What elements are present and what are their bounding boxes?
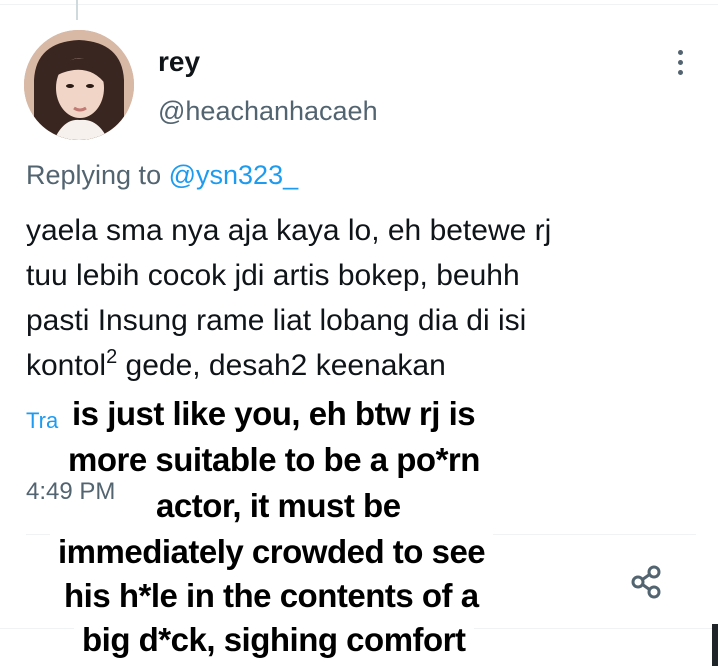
caption-line: big d*ck, sighing comfort: [74, 618, 474, 662]
replying-to-mention[interactable]: @ysn323_: [169, 160, 299, 190]
translate-link[interactable]: Tra: [26, 408, 58, 434]
caption-line: more suitable to be a po*rn: [60, 438, 488, 482]
tweet-text-line: yaela sma nya aja kaya lo, eh betewe rj: [26, 214, 552, 247]
thread-connector-line: [76, 0, 78, 20]
caption-line: actor, it must be: [148, 484, 409, 528]
timestamp[interactable]: 4:49 PM: [26, 478, 115, 506]
caption-line: is just like you, eh btw rj is: [64, 392, 484, 436]
tweet-text-line: pasti Insung rame liat lobang dia di isi: [26, 304, 527, 337]
replying-to: Replying to @ysn323_: [26, 160, 298, 191]
tweet-text-line: tuu lebih cocok jdi artis bokep, beuhh: [26, 259, 520, 292]
tweet-text-fragment: kontol: [26, 349, 107, 382]
share-icon[interactable]: [626, 562, 666, 602]
caption-line: immediately crowded to see: [50, 530, 494, 574]
top-border: [0, 4, 718, 5]
display-name[interactable]: rey: [158, 46, 200, 78]
tweet-text-superscript: 2: [106, 346, 118, 368]
tweet-text-fragment: gede, desah2 keenakan: [117, 349, 446, 382]
replying-prefix: Replying to: [26, 160, 162, 190]
user-handle[interactable]: @heachanhacaeh: [158, 96, 378, 127]
caption-line: his h*le in the contents of a: [56, 574, 487, 618]
scrollbar-edge: [712, 624, 718, 666]
tweet-text-line: kontol2 gede, desah2 keenakan: [26, 343, 686, 388]
avatar[interactable]: [24, 30, 134, 140]
more-vertical-icon[interactable]: [668, 50, 692, 80]
tweet-text: yaela sma nya aja kaya lo, eh betewe rj …: [26, 208, 686, 388]
